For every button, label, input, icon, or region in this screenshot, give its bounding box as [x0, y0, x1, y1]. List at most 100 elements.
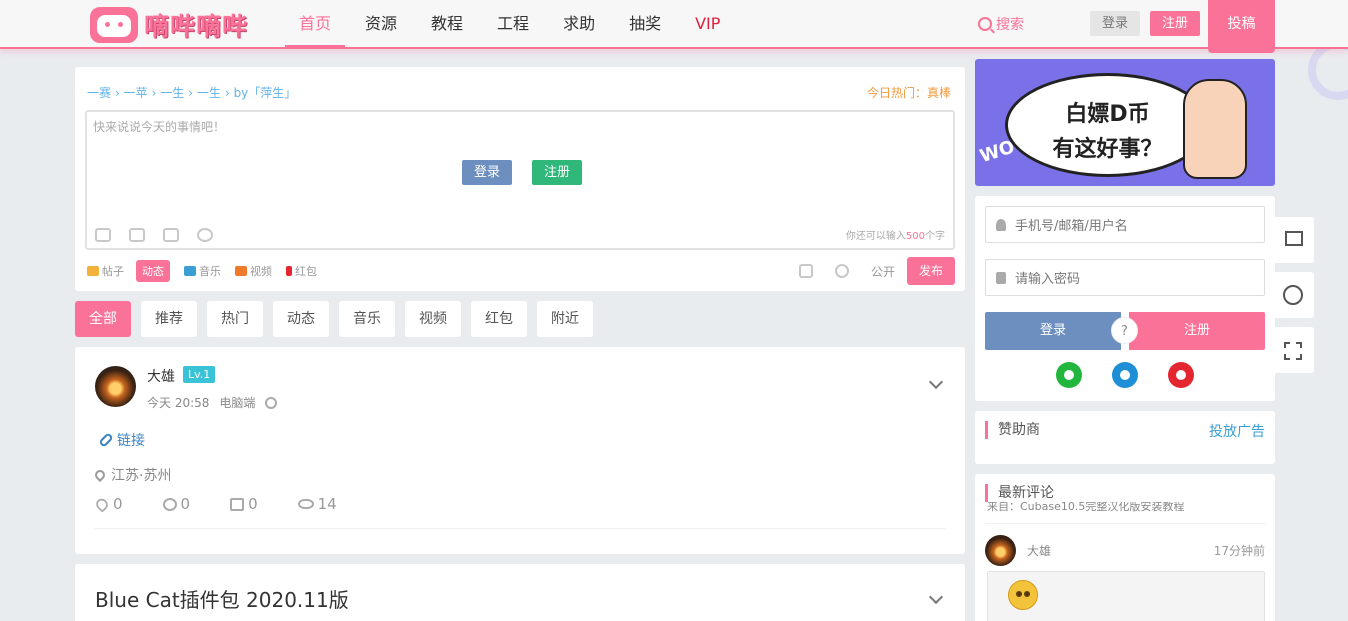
post-device: 电脑端 — [219, 396, 256, 410]
avatar[interactable] — [95, 366, 136, 407]
type-post[interactable]: 帖子 — [87, 263, 124, 279]
mention-icon[interactable] — [197, 228, 213, 242]
nav-item-lottery[interactable]: 抽奖 — [615, 0, 675, 47]
sponsor-title: 赞助商 — [985, 421, 1040, 439]
post-location: 江苏·苏州 — [92, 465, 171, 485]
nav-item-home[interactable]: 首页 — [285, 0, 346, 48]
comment-author[interactable]: 大雄 — [1027, 542, 1051, 559]
composer-actions: 公开 发布 — [798, 257, 955, 285]
tab-hot[interactable]: 热门 — [207, 301, 263, 337]
tab-all[interactable]: 全部 — [75, 301, 131, 337]
post-link[interactable]: 链接 — [98, 430, 145, 450]
composer-login-button[interactable]: 登录 — [462, 160, 512, 185]
search-label: 搜索 — [996, 17, 1024, 33]
divider — [95, 528, 945, 529]
comment-body — [987, 571, 1265, 621]
comment-icon — [162, 497, 177, 511]
type-music[interactable]: 音乐 — [184, 263, 221, 279]
tab-video[interactable]: 视频 — [405, 301, 461, 337]
ok-hand-icon — [1183, 79, 1247, 179]
breadcrumb-item: by「萍生」 — [233, 86, 297, 100]
search-link[interactable]: 搜索 — [978, 14, 1024, 34]
lock-icon — [996, 271, 1006, 284]
attachment-icon[interactable] — [798, 264, 813, 278]
password-field[interactable]: 请输入密码 — [985, 259, 1265, 296]
composer-textarea[interactable]: 快来说说今天的事情吧！ 登录 注册 你还可以输入500个字 — [85, 110, 955, 250]
like-button[interactable]: 0 — [93, 495, 123, 513]
tab-moments[interactable]: 动态 — [273, 301, 329, 337]
nav-item-resources[interactable]: 资源 — [351, 0, 411, 47]
header-login-button[interactable]: 登录 — [1090, 11, 1140, 36]
sponsor-panel: 赞助商 投放广告 — [975, 411, 1275, 464]
composer-register-button[interactable]: 注册 — [532, 160, 582, 185]
nav-item-help[interactable]: 求助 — [549, 0, 609, 47]
heart-icon — [93, 495, 111, 513]
password-placeholder: 请输入密码 — [1015, 272, 1081, 287]
avatar[interactable] — [985, 535, 1016, 566]
flag-icon[interactable] — [1270, 217, 1314, 263]
or-divider: ? — [1111, 317, 1138, 344]
floating-toolbar — [1270, 217, 1314, 382]
image-icon[interactable] — [163, 228, 179, 242]
username-field[interactable]: 手机号/邮箱/用户名 — [985, 206, 1265, 243]
char-counter: 你还可以输入500个字 — [845, 231, 945, 242]
main-nav: 首页 资源 教程 工程 求助 抽奖 VIP — [285, 0, 740, 49]
today-hot-link[interactable]: 今日热门：真棒 — [867, 84, 951, 101]
promo-banner[interactable]: WOW! 白嫖D币 有这好事？ — [975, 59, 1275, 186]
visibility-select[interactable]: 公开 — [871, 263, 895, 280]
composer-toolbar — [95, 228, 213, 242]
pin-icon — [92, 467, 108, 483]
post-author[interactable]: 大雄 — [147, 366, 175, 386]
advertise-link[interactable]: 投放广告 — [1209, 421, 1265, 441]
logo-text: 嘀哔嘀哔 — [144, 12, 249, 41]
weibo-login-icon[interactable] — [1168, 362, 1194, 388]
emoji-icon[interactable] — [95, 228, 111, 242]
banner-line-1: 白嫖D币 — [1065, 102, 1150, 127]
location-icon[interactable] — [834, 264, 849, 278]
feed-tabs: 全部 推荐 热门 动态 音乐 视频 红包 附近 — [75, 301, 603, 337]
qq-login-icon[interactable] — [1112, 362, 1138, 388]
type-redpacket[interactable]: 红包 — [286, 263, 317, 279]
breadcrumb-item[interactable]: 一生 — [197, 86, 221, 100]
chevron-down-icon[interactable] — [928, 589, 944, 605]
grid-icon[interactable] — [1270, 327, 1314, 373]
username-placeholder: 手机号/邮箱/用户名 — [1015, 219, 1128, 234]
nav-item-tutorials[interactable]: 教程 — [417, 0, 477, 47]
breadcrumb-item[interactable]: 一赛 — [87, 86, 111, 100]
publish-button[interactable]: 发布 — [907, 257, 955, 285]
type-moment[interactable]: 动态 — [136, 260, 170, 282]
comment-button[interactable]: 0 — [162, 495, 190, 513]
divider — [985, 523, 1265, 524]
share-button[interactable]: 0 — [230, 495, 258, 513]
tab-recommended[interactable]: 推荐 — [141, 301, 197, 337]
globe-icon — [265, 396, 278, 409]
bolt-icon[interactable] — [1270, 272, 1314, 318]
site-logo[interactable]: 嘀哔嘀哔 — [90, 5, 248, 45]
header-register-button[interactable]: 注册 — [1150, 11, 1200, 36]
breadcrumb-item[interactable]: 一生 — [160, 86, 184, 100]
tab-redpacket[interactable]: 红包 — [471, 301, 527, 337]
comment-source[interactable]: 来自：Cubase10.5完整汉化版安装教程 — [987, 502, 1184, 514]
chevron-down-icon[interactable] — [928, 374, 944, 390]
hashtag-icon[interactable] — [129, 228, 145, 242]
top-header: 嘀哔嘀哔 首页 资源 教程 工程 求助 抽奖 VIP 搜索 登录 注册 投稿 — [0, 0, 1348, 53]
type-video[interactable]: 视频 — [235, 263, 272, 279]
eye-icon — [297, 499, 314, 509]
emoji-icon — [1008, 580, 1038, 610]
post-composer: 一赛 › 一苹 › 一生 › 一生 › by「萍生」 今日热门：真棒 快来说说今天的事情… — [75, 67, 965, 291]
nav-item-projects[interactable]: 工程 — [483, 0, 543, 47]
share-icon — [230, 497, 245, 511]
post-meta: 今天 20:58 电脑端 — [147, 394, 287, 411]
post-title[interactable]: Blue Cat插件包 2020.11版 — [95, 584, 349, 613]
link-label: 链接 — [117, 433, 145, 449]
login-button[interactable]: 登录 — [985, 312, 1121, 350]
level-badge: Lv.1 — [183, 366, 216, 383]
submit-post-button[interactable]: 投稿 — [1208, 0, 1275, 53]
breadcrumb-item[interactable]: 一苹 — [124, 86, 148, 100]
register-button[interactable]: 注册 — [1129, 312, 1265, 350]
post-card: 大雄 Lv.1 今天 20:58 电脑端 链接 江苏·苏州 0 0 0 14 — [75, 347, 965, 554]
wechat-login-icon[interactable] — [1056, 362, 1082, 388]
nav-item-vip[interactable]: VIP — [681, 0, 734, 47]
tab-nearby[interactable]: 附近 — [537, 301, 593, 337]
tab-music[interactable]: 音乐 — [339, 301, 395, 337]
